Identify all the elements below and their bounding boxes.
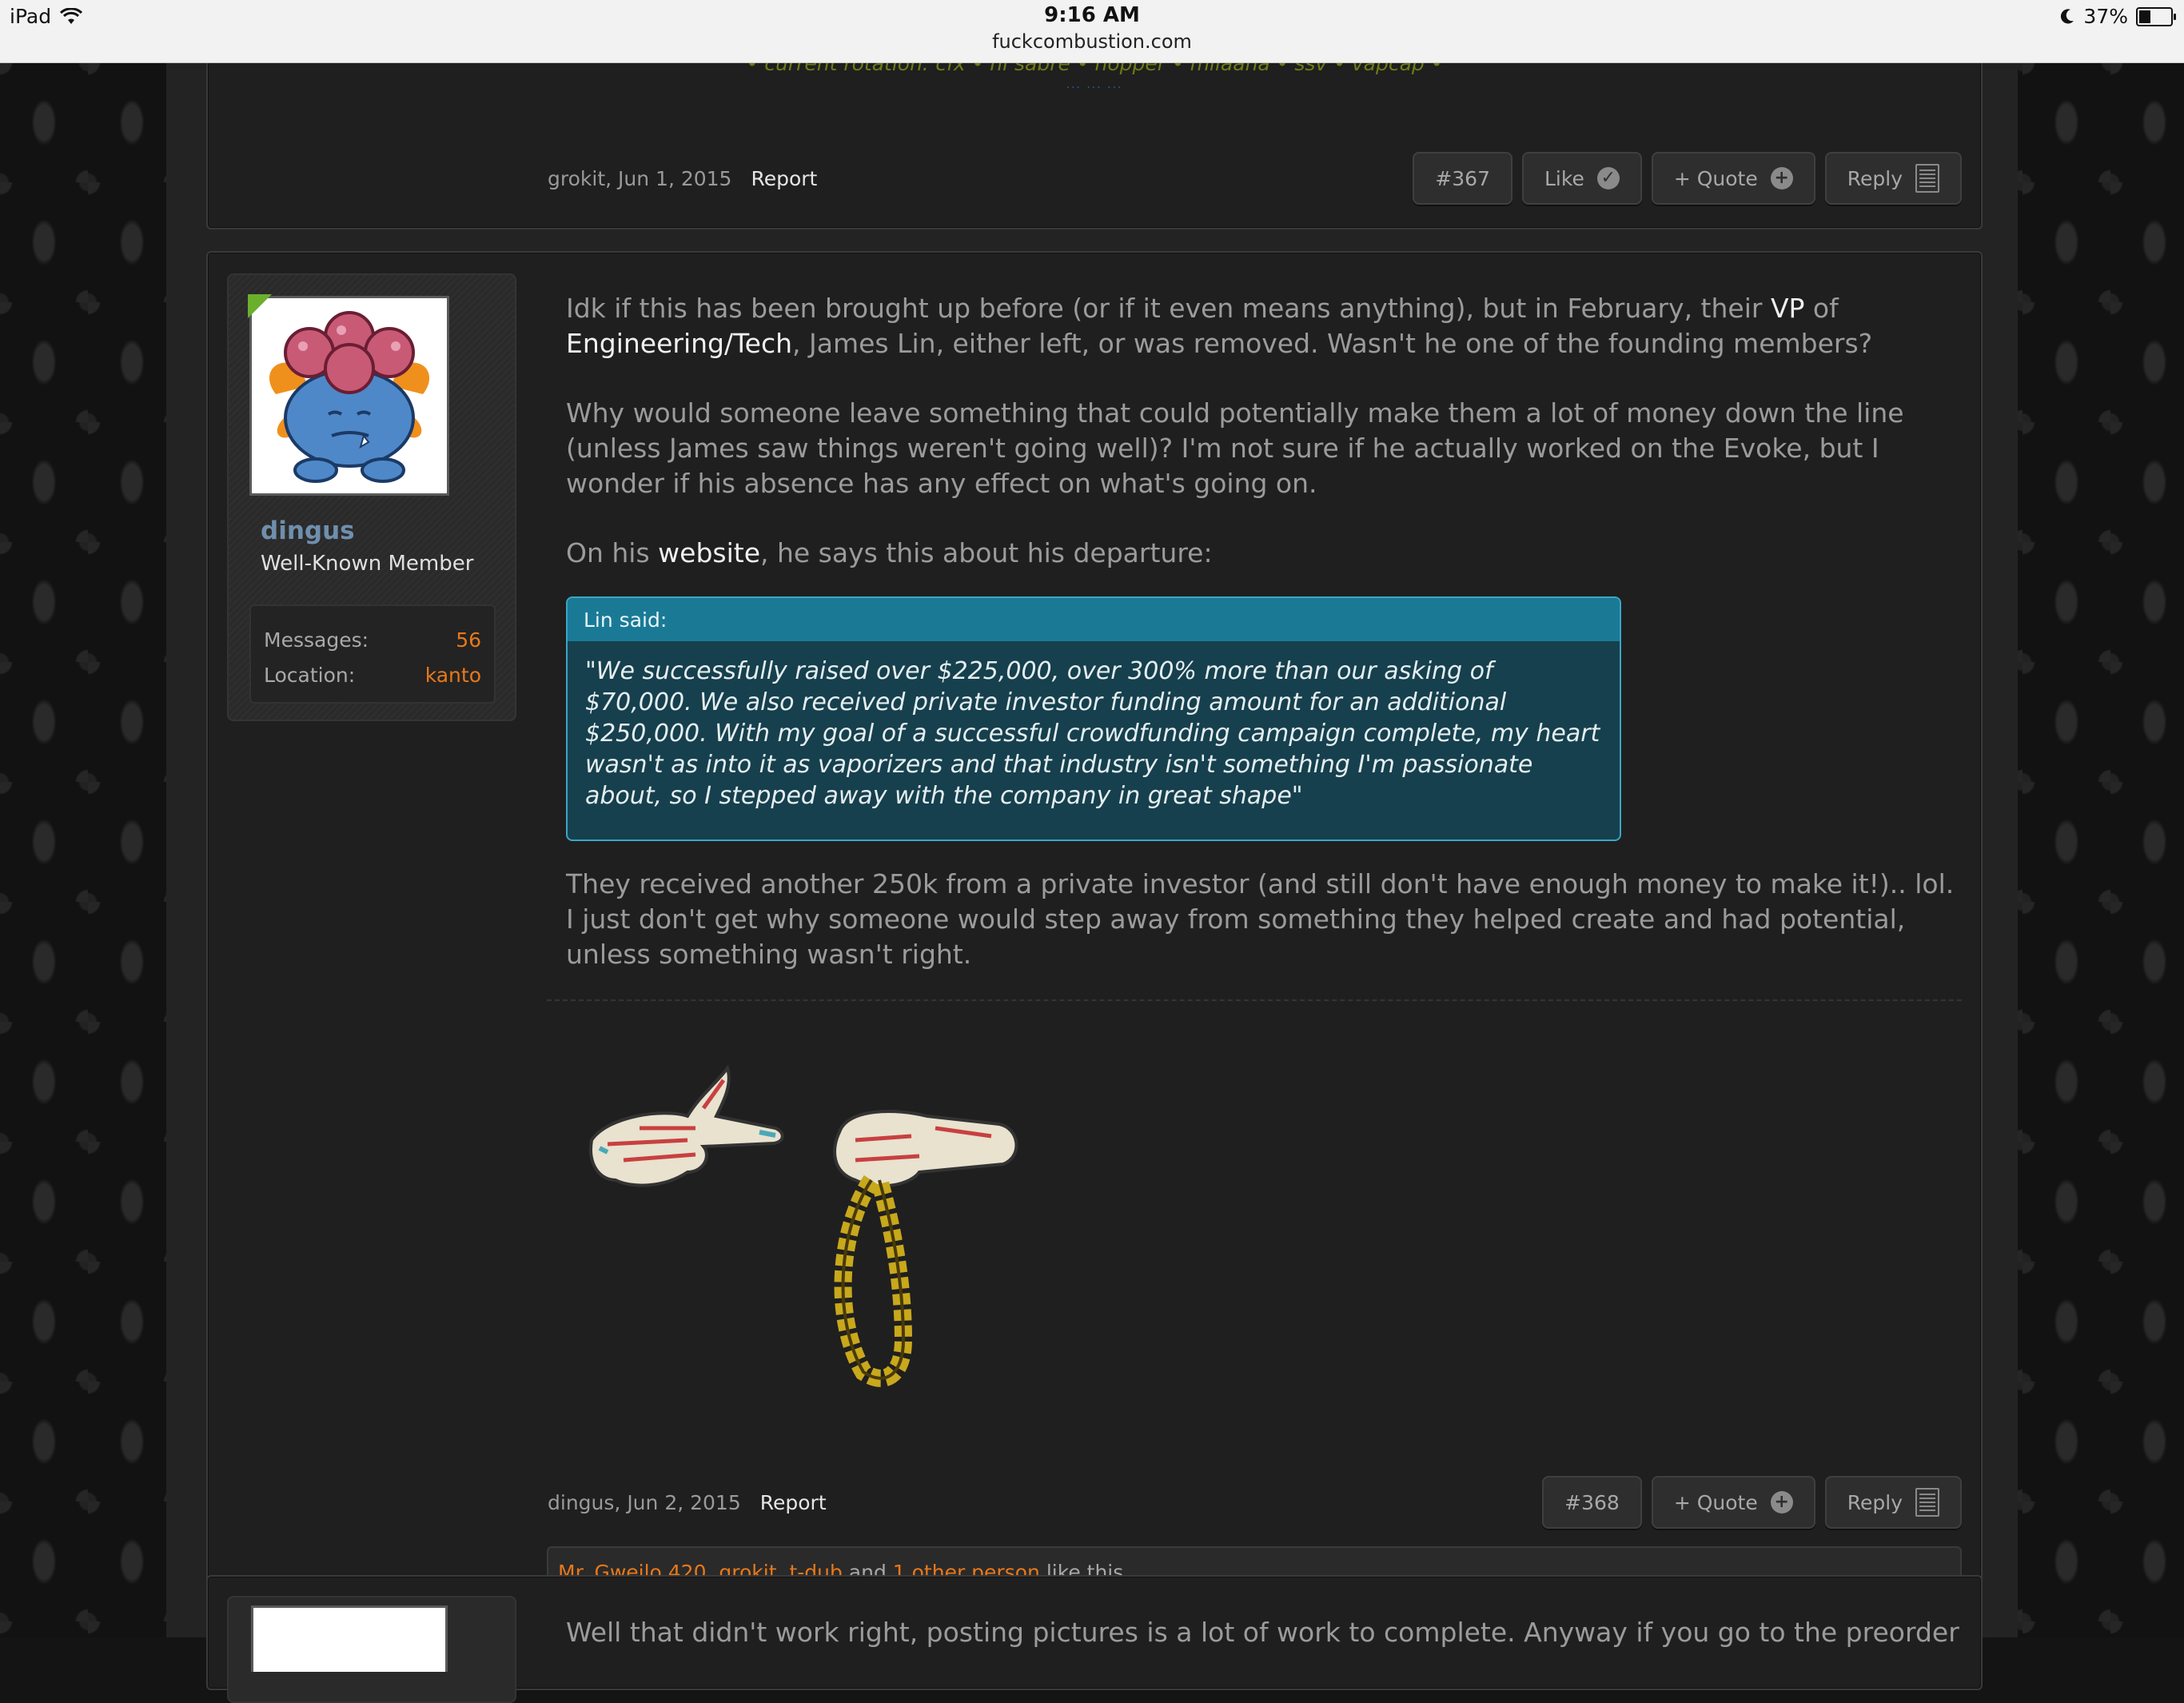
byline-author[interactable]: dingus xyxy=(548,1491,614,1514)
post-369: Well that didn't work right, posting pic… xyxy=(206,1575,1983,1703)
battery-percent: 37% xyxy=(2083,5,2128,28)
online-indicator-icon xyxy=(248,294,272,318)
battery-fill xyxy=(2139,10,2150,23)
messages-row: Messages: 56 xyxy=(264,628,481,652)
byline: dingus, Jun 2, 2015 xyxy=(548,1490,741,1514)
signature-image xyxy=(589,1064,1018,1387)
report-link[interactable]: Report xyxy=(760,1491,827,1514)
paragraph-2: Why would someone leave something that c… xyxy=(566,397,1904,499)
location-value[interactable]: kanto xyxy=(425,664,481,687)
para3-text-b: , he says this about his departure: xyxy=(760,537,1213,568)
quote-author[interactable]: Lin said: xyxy=(568,598,1620,641)
byline-date[interactable]: Jun 1, 2015 xyxy=(618,167,731,190)
byline: grokit, Jun 1, 2015 xyxy=(548,166,732,190)
user-title: Well-Known Member xyxy=(261,552,474,576)
para1-text-b: of xyxy=(1804,293,1839,324)
paragraph-4: They received another 250k from a privat… xyxy=(566,868,1955,970)
like-button[interactable]: Like ✓ xyxy=(1522,152,1642,205)
message-body: Idk if this has been brought up before (… xyxy=(566,291,1957,605)
reply-button[interactable]: Reply xyxy=(1824,152,1962,205)
check-circle-icon: ✓ xyxy=(1596,167,1620,189)
post-368: dingus Well-Known Member Messages: 56 Lo… xyxy=(206,251,1983,1620)
report-link[interactable]: Report xyxy=(751,167,817,190)
signature-dots: ··· ··· ··· xyxy=(1066,82,1123,94)
quote-label: + Quote xyxy=(1673,166,1758,190)
document-icon xyxy=(1915,1488,1939,1517)
address-url[interactable]: fuckcombustion.com xyxy=(0,30,2184,53)
vp-link[interactable]: VP xyxy=(1771,293,1804,324)
para3-text-a: On his xyxy=(566,537,659,568)
location-row: Location: kanto xyxy=(264,664,481,687)
signature-divider xyxy=(547,999,1962,1001)
post-actions: #367 Like ✓ + Quote + Reply xyxy=(1413,152,1962,205)
quote-button[interactable]: + Quote + xyxy=(1651,152,1815,205)
user-panel: dingus Well-Known Member Messages: 56 Lo… xyxy=(227,273,516,721)
post-number-button[interactable]: #368 xyxy=(1542,1476,1642,1529)
quote-label: + Quote xyxy=(1673,1490,1758,1514)
post-footer: dingus, Jun 2, 2015 Report #368 + Quote … xyxy=(548,1476,1962,1529)
post-367: • current rotation: cfx • hi sabre • hop… xyxy=(206,46,1983,229)
post-number: #367 xyxy=(1435,166,1490,190)
website-link[interactable]: website xyxy=(658,537,760,568)
status-time: 9:16 AM xyxy=(1044,3,1140,27)
quote-button[interactable]: + Quote + xyxy=(1651,1476,1815,1529)
paragraph-1: Idk if this has been brought up before (… xyxy=(566,291,1957,361)
message-body: Well that didn't work right, posting pic… xyxy=(566,1617,1959,1648)
document-icon xyxy=(1915,164,1939,193)
para1-text-a: Idk if this has been brought up before (… xyxy=(566,293,1771,324)
reply-label: Reply xyxy=(1847,1490,1903,1514)
post-actions: #368 + Quote + Reply xyxy=(1542,1476,1962,1529)
quote-block: Lin said: "We successfully raised over $… xyxy=(566,596,1621,841)
moon-icon xyxy=(2061,8,2074,23)
messages-count[interactable]: 56 xyxy=(456,628,481,652)
paragraph-3: On his website, he says this about his d… xyxy=(566,536,1957,571)
like-label: Like xyxy=(1544,166,1584,190)
status-right: 37% xyxy=(2059,5,2176,28)
avatar[interactable] xyxy=(249,296,449,496)
plus-circle-icon: + xyxy=(1770,167,1793,189)
post-footer: grokit, Jun 1, 2015 Report #367 Like ✓ +… xyxy=(548,152,1962,205)
reply-label: Reply xyxy=(1847,166,1903,190)
battery-icon xyxy=(2136,6,2176,26)
para1-text-c: , James Lin, either left, or was removed… xyxy=(792,328,1873,359)
quote-text: "We successfully raised over $225,000, o… xyxy=(585,657,1600,810)
username[interactable]: dingus xyxy=(261,516,355,545)
thread-column: • current rotation: cfx • hi sabre • hop… xyxy=(166,46,2018,1703)
location-label: Location: xyxy=(264,664,356,687)
plus-circle-icon: + xyxy=(1770,1491,1793,1514)
messages-label: Messages: xyxy=(264,628,369,652)
post-number: #368 xyxy=(1564,1490,1620,1514)
byline-date[interactable]: Jun 2, 2015 xyxy=(627,1491,740,1514)
post-number-button[interactable]: #367 xyxy=(1413,152,1512,205)
avatar[interactable] xyxy=(251,1605,448,1672)
engineering-link[interactable]: Engineering/Tech xyxy=(566,328,792,359)
reply-button[interactable]: Reply xyxy=(1824,1476,1962,1529)
ios-status-bar: iPad 9:16 AM fuckcombustion.com 37% xyxy=(0,0,2184,63)
avatar-image xyxy=(269,311,430,483)
user-stats: Messages: 56 Location: kanto xyxy=(249,604,496,704)
byline-author[interactable]: grokit xyxy=(548,167,605,190)
